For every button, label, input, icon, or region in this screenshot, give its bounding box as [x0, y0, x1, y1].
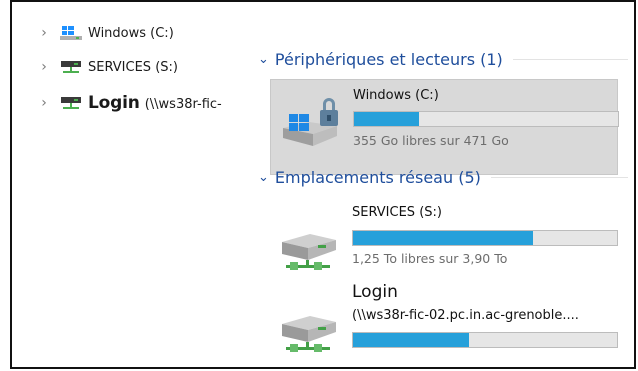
network-drive-icon: [276, 300, 342, 358]
nav-item-services-s[interactable]: › SERVICES (S:): [12, 54, 178, 80]
nav-item-label: SERVICES (S:): [88, 59, 178, 75]
content-pane: ⌄ Périphériques et lecteurs (1) Windows …: [250, 2, 634, 367]
network-drive-icon: [276, 218, 342, 276]
capacity-bar-fill: [354, 112, 419, 126]
group-divider: [512, 59, 628, 60]
group-title: Périphériques et lecteurs (1): [274, 50, 503, 69]
group-title: Emplacements réseau (5): [274, 168, 481, 187]
drive-free-space: 355 Go libres sur 471 Go: [353, 133, 509, 148]
drive-tile-windows-c[interactable]: Windows (C:) 355 Go libres sur 471 Go: [270, 79, 619, 175]
drive-name: Login: [352, 282, 398, 302]
nav-item-label: Login: [88, 93, 140, 113]
group-header-devices[interactable]: ⌄ Périphériques et lecteurs (1): [258, 50, 628, 69]
capacity-bar: [353, 111, 619, 127]
capacity-bar: [352, 230, 618, 246]
explorer-window: › Windows (C:) › SERVICES (S:) › Login (…: [10, 0, 636, 369]
navigation-pane: › Windows (C:) › SERVICES (S:) › Login (…: [12, 2, 242, 367]
capacity-bar-fill: [353, 231, 533, 245]
windows-locked-drive-icon: [279, 94, 343, 154]
nav-item-windows-c[interactable]: › Windows (C:): [12, 20, 174, 46]
nav-item-login-clip: Login (\\ws38r-fic-: [82, 93, 278, 113]
drive-name: SERVICES (S:): [352, 205, 442, 220]
chevron-right-icon[interactable]: ›: [34, 95, 54, 111]
network-drive-icon: [60, 59, 82, 75]
nav-item-login[interactable]: › Login (\\ws38r-fic-: [12, 90, 278, 116]
chevron-down-icon[interactable]: ⌄: [258, 52, 269, 67]
group-divider: [490, 177, 628, 178]
capacity-bar-fill: [353, 333, 470, 347]
chevron-right-icon[interactable]: ›: [34, 25, 54, 41]
drive-tile-services-s[interactable]: SERVICES (S:) 1,25 To libres sur 3,90 To: [270, 200, 618, 278]
drive-tile-login[interactable]: Login (\\ws38r-fic-02.pc.in.ac-grenoble.…: [270, 282, 618, 362]
chevron-down-icon[interactable]: ⌄: [258, 170, 269, 185]
windows-drive-icon: [60, 25, 82, 41]
network-drive-icon: [60, 95, 82, 111]
nav-item-label: Windows (C:): [88, 25, 174, 41]
drive-name: Windows (C:): [353, 88, 439, 103]
drive-free-space: 1,25 To libres sur 3,90 To: [352, 251, 508, 266]
drive-path: (\\ws38r-fic-02.pc.in.ac-grenoble....: [352, 308, 579, 323]
chevron-right-icon[interactable]: ›: [34, 59, 54, 75]
nav-item-path: (\\ws38r-fic-: [144, 97, 222, 112]
capacity-bar: [352, 332, 618, 348]
group-header-network[interactable]: ⌄ Emplacements réseau (5): [258, 168, 628, 187]
